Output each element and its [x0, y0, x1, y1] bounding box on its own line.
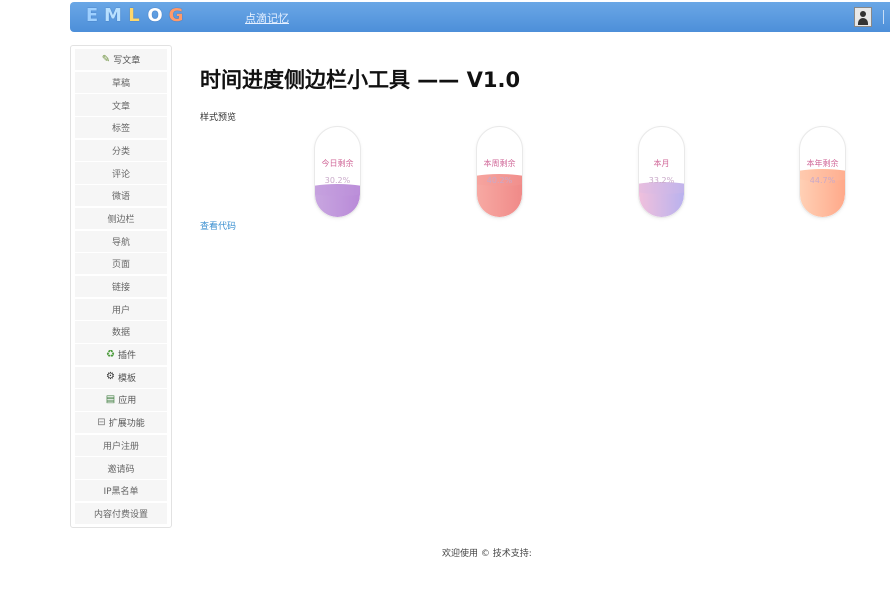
app-icon: ▤	[105, 393, 116, 405]
sidebar-item-pages[interactable]: 页面	[75, 253, 167, 275]
sidebar-item-apps[interactable]: ▤ 应用	[75, 389, 167, 411]
progress-card-year: 本年剩余 44.7%	[799, 126, 846, 218]
write-icon: ✎	[101, 53, 111, 65]
sidebar-item-articles[interactable]: 文章	[75, 94, 167, 116]
logo-letter: L	[128, 5, 140, 26]
progress-card-value: 44.7%	[809, 176, 836, 185]
sidebar-menu: ✎ 写文章 草稿 文章 标签 分类 评论 微语 侧边栏 导航 页面 链接 用户 …	[70, 45, 172, 528]
sidebar-item-label: 用户	[111, 305, 130, 316]
sidebar-item-drafts[interactable]: 草稿	[75, 71, 167, 93]
top-header: E M L O G 点滴记忆	[70, 2, 890, 32]
sidebar-item-label: 应用	[118, 396, 137, 407]
logo-letter: G	[168, 5, 184, 26]
sidebar-item-label: 插件	[117, 351, 136, 362]
footer-text: 欢迎使用 © 技术支持:	[442, 549, 532, 559]
progress-card-label: 本月	[653, 159, 670, 168]
expand-icon: ⊟	[97, 416, 106, 428]
sidebar-item-label: 标签	[111, 124, 130, 135]
sidebar-item-label: 分类	[111, 146, 130, 157]
progress-card-label: 本年剩余	[806, 159, 839, 168]
sidebar-item-label: 草稿	[111, 78, 130, 89]
sidebar-item-templates[interactable]: ⚙ 模板	[75, 366, 167, 388]
sidebar-item-label: 评论	[111, 169, 130, 180]
site-name-link[interactable]: 点滴记忆	[245, 10, 289, 26]
sidebar-item-label: IP黑名单	[103, 487, 139, 498]
logo-letter: E	[85, 5, 99, 26]
sidebar-item-write[interactable]: ✎ 写文章	[75, 49, 167, 71]
sidebar-item-label: 页面	[111, 260, 130, 271]
user-icon[interactable]	[854, 7, 872, 27]
emlog-logo[interactable]: E M L O G	[82, 5, 186, 29]
sidebar-item-label: 内容付费设置	[93, 509, 148, 520]
view-code-link[interactable]: 查看代码	[200, 219, 236, 232]
sidebar-item-twitter[interactable]: 微语	[75, 185, 167, 207]
progress-card-month: 本月 33.2%	[638, 126, 685, 218]
sidebar-item-label: 用户注册	[102, 441, 139, 452]
logo-letter: O	[147, 5, 163, 26]
sidebar-item-label: 邀请码	[107, 464, 135, 475]
sidebar-item-label: 数据	[111, 328, 130, 339]
progress-card-value: 40.2%	[486, 176, 513, 185]
progress-card-value: 33.2%	[648, 176, 675, 185]
sidebar-item-label: 模板	[117, 373, 136, 384]
sidebar-item-label: 写文章	[113, 56, 141, 67]
sidebar-item-label: 微语	[111, 192, 130, 203]
sidebar-item-widgets[interactable]: 侧边栏	[75, 207, 167, 230]
progress-card-label: 本周剩余	[483, 159, 516, 168]
page-title: 时间进度侧边栏小工具 —— V1.0	[200, 68, 521, 92]
sidebar-item-paid-content[interactable]: 内容付费设置	[75, 502, 167, 525]
gear-icon: ⚙	[106, 371, 115, 383]
sidebar-item-user-register[interactable]: 用户注册	[75, 434, 167, 456]
progress-card-today: 今日剩余 30.2%	[314, 126, 361, 218]
header-divider	[883, 10, 884, 24]
progress-fill	[639, 182, 684, 217]
logo-letter: M	[104, 5, 122, 26]
progress-fill	[477, 174, 522, 217]
progress-card-label: 今日剩余	[321, 159, 354, 168]
style-preview-label: 样式预览	[200, 113, 237, 123]
sidebar-item-label: 扩展功能	[108, 419, 145, 430]
sidebar-item-extensions[interactable]: ⊟ 扩展功能	[75, 412, 167, 434]
sidebar-item-plugins[interactable]: ♻ 插件	[75, 343, 167, 366]
progress-fill	[315, 184, 360, 217]
sidebar-item-ip-blacklist[interactable]: IP黑名单	[75, 480, 167, 502]
sidebar-item-comments[interactable]: 评论	[75, 162, 167, 184]
progress-card-week: 本周剩余 40.2%	[476, 126, 523, 218]
sidebar-item-links[interactable]: 链接	[75, 275, 167, 298]
sidebar-item-navigation[interactable]: 导航	[75, 230, 167, 252]
plugin-icon: ♻	[106, 348, 115, 360]
sidebar-item-label: 文章	[111, 101, 130, 112]
sidebar-item-label: 导航	[111, 237, 130, 248]
sidebar-item-label: 侧边栏	[107, 214, 135, 225]
sidebar-item-tags[interactable]: 标签	[75, 117, 167, 139]
sidebar-item-data[interactable]: 数据	[75, 321, 167, 343]
sidebar-item-label: 链接	[111, 283, 130, 294]
sidebar-item-users[interactable]: 用户	[75, 298, 167, 320]
sidebar-item-invite-code[interactable]: 邀请码	[75, 457, 167, 479]
progress-card-value: 30.2%	[324, 176, 351, 185]
sidebar-item-categories[interactable]: 分类	[75, 139, 167, 162]
